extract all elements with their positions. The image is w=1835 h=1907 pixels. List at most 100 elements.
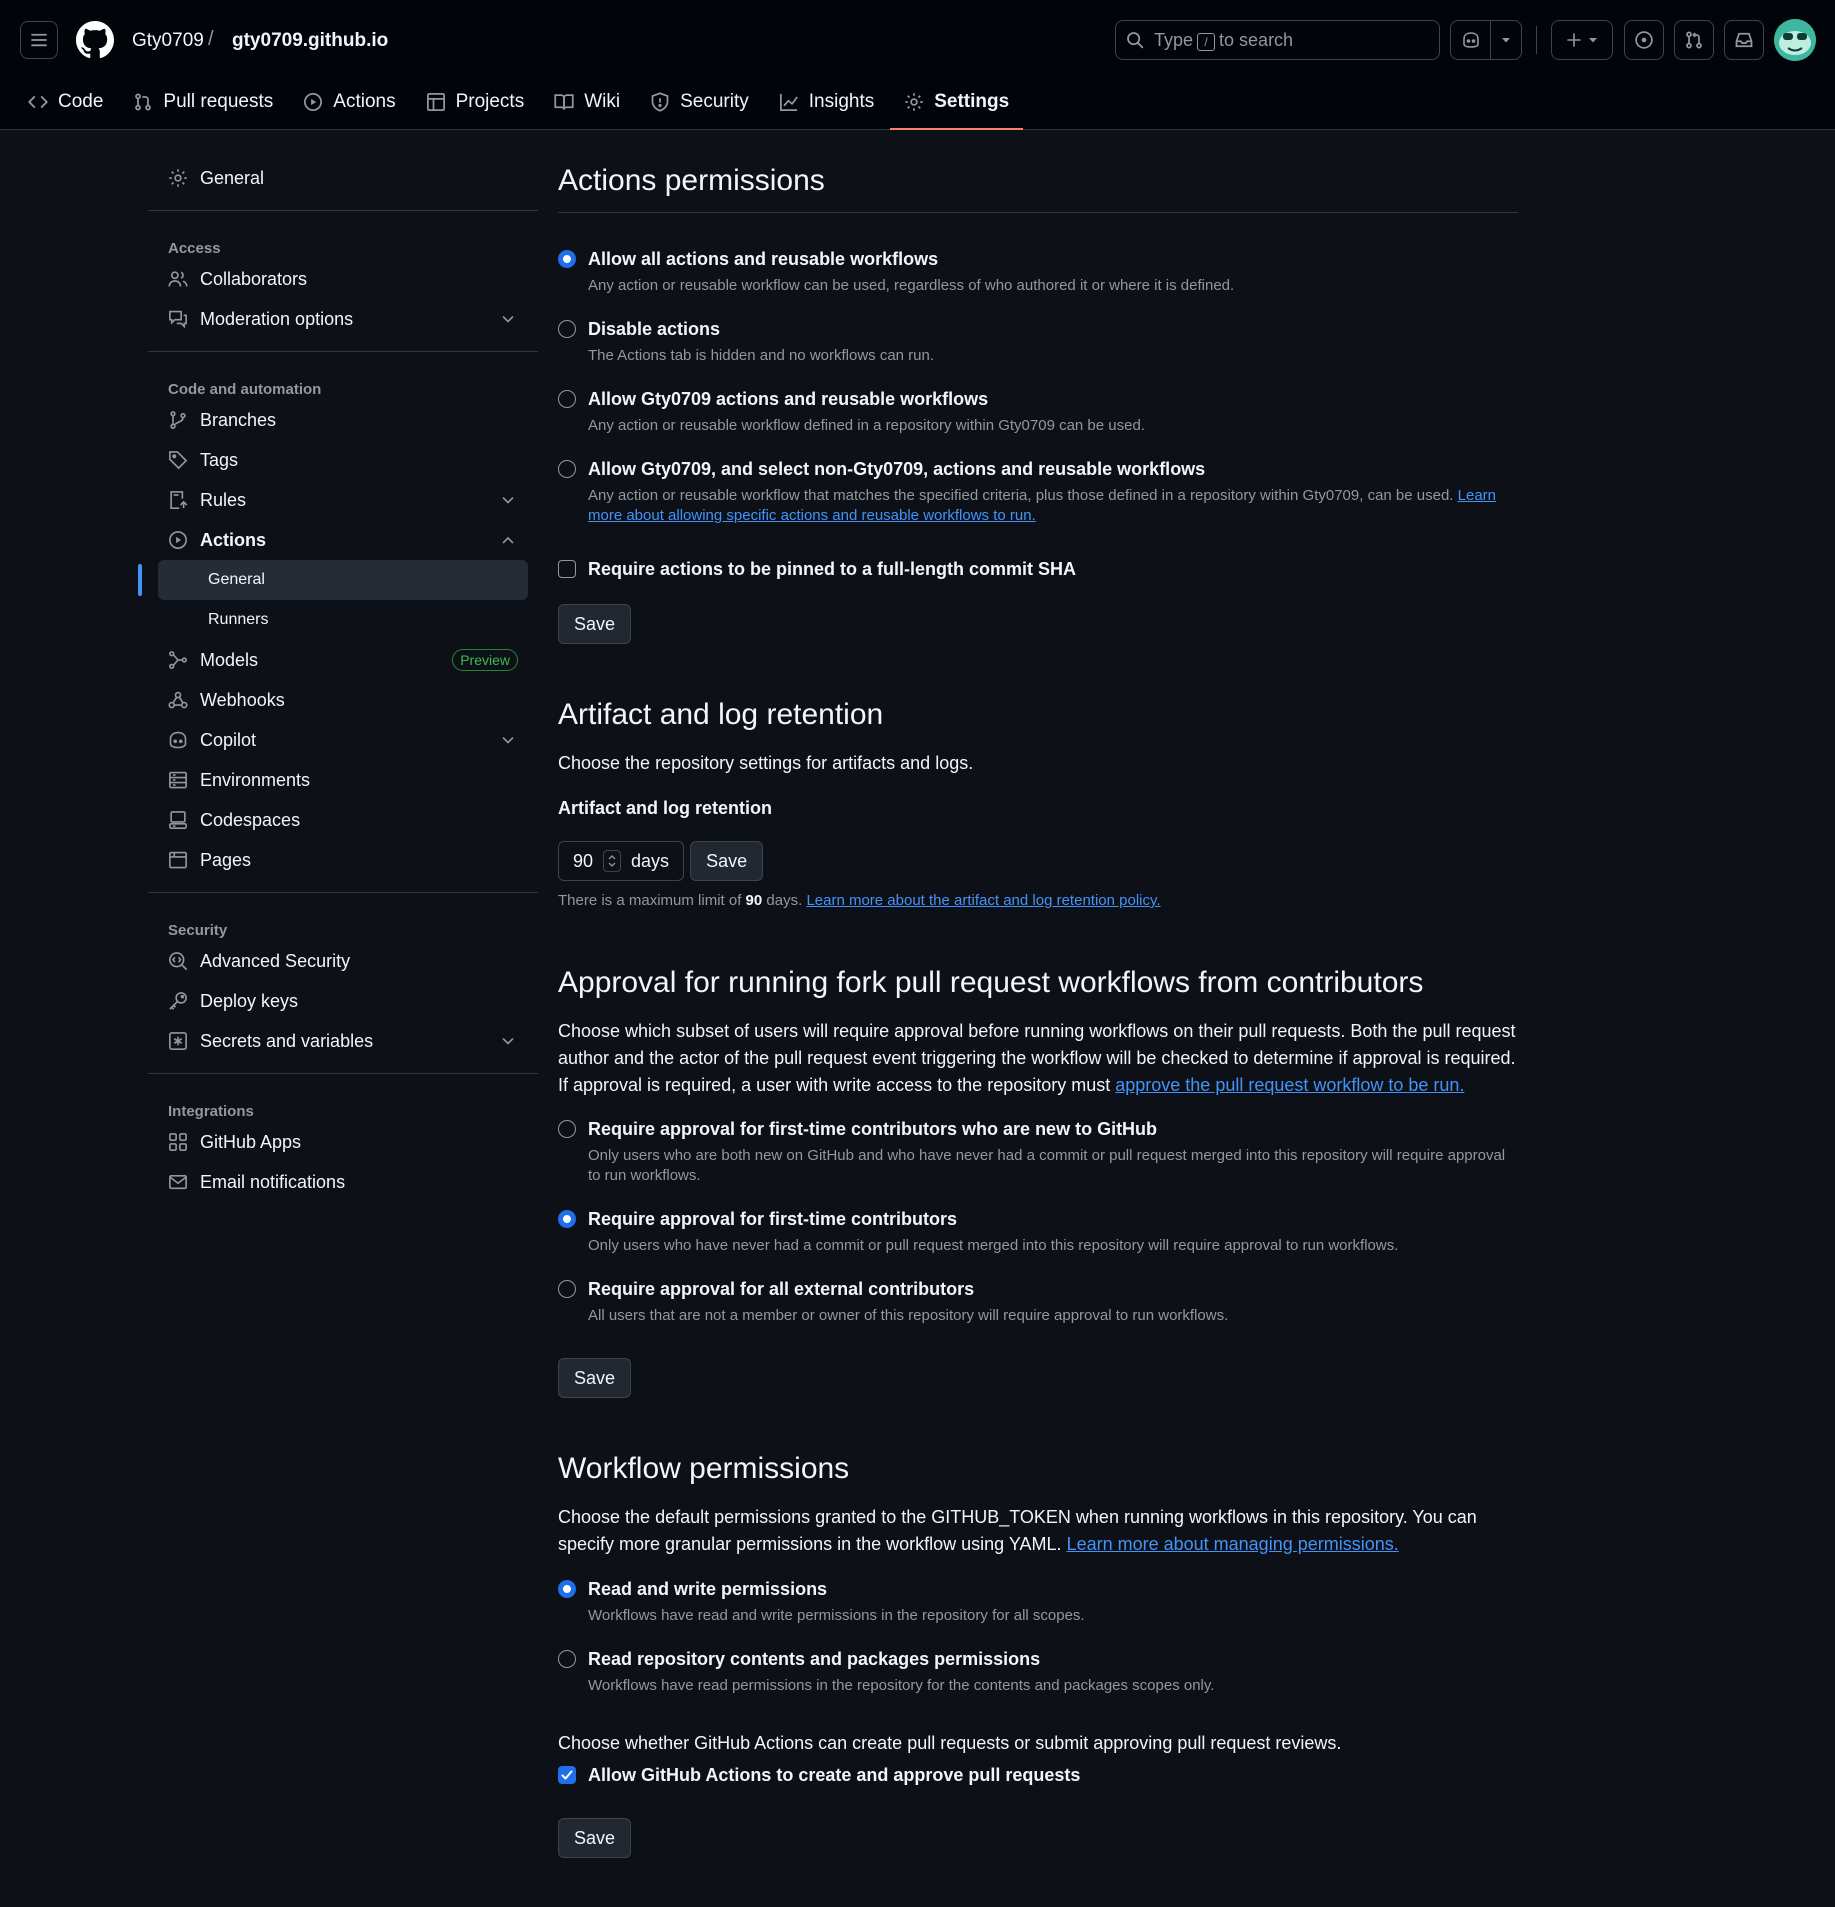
radio-approval-all-external[interactable] — [558, 1280, 576, 1298]
radio-approval-new-to-github[interactable] — [558, 1120, 576, 1138]
sidebar-item-secrets[interactable]: Secrets and variables — [148, 1021, 538, 1061]
inbox-button[interactable] — [1724, 20, 1764, 60]
chevron-up-icon — [502, 536, 514, 544]
preview-badge: Preview — [452, 649, 518, 671]
option-approval-all-external[interactable]: Require approval for all external contri… — [558, 1278, 1518, 1326]
retention-days-input[interactable]: 90 days — [558, 841, 685, 881]
breadcrumb-repo-link[interactable]: gty0709.github.io — [232, 30, 388, 52]
create-new-button[interactable] — [1551, 20, 1613, 60]
code-icon — [28, 96, 48, 108]
search-shortcut-key: / — [1197, 32, 1216, 51]
pr-creation-description: Choose whether GitHub Actions can create… — [558, 1733, 1342, 1753]
sidebar-item-general[interactable]: General — [148, 158, 538, 198]
sidebar-group-security: Security — [168, 922, 228, 939]
option-approval-first-time[interactable]: Require approval for first-time contribu… — [558, 1208, 1518, 1256]
radio-read-only[interactable] — [558, 1650, 576, 1668]
managing-permissions-link[interactable]: Learn more about managing permissions. — [1067, 1534, 1399, 1554]
breadcrumb-owner-link[interactable]: Gty0709 — [132, 30, 204, 52]
radio-allow-owner[interactable] — [558, 390, 576, 408]
retention-note: There is a maximum limit of 90 days. Lea… — [558, 892, 1161, 909]
sidebar-item-webhooks[interactable]: Webhooks — [148, 680, 538, 720]
app-header: Gty0709 / gty0709.github.io Type / to sear… — [0, 0, 1835, 130]
tab-projects[interactable]: Projects — [426, 82, 539, 122]
sidebar-item-codespaces[interactable]: Codespaces — [148, 800, 538, 840]
ai-model-icon — [169, 651, 187, 669]
tab-security[interactable]: Security — [650, 82, 763, 122]
chevron-down-icon — [502, 1038, 514, 1045]
tab-actions[interactable]: Actions — [303, 82, 409, 122]
sidebar-item-moderation[interactable]: Moderation options — [148, 299, 538, 339]
pull-requests-button[interactable] — [1674, 20, 1714, 60]
tab-code[interactable]: Code — [28, 82, 117, 122]
checkbox-pin-sha[interactable] — [558, 560, 576, 578]
save-retention-button[interactable]: Save — [690, 841, 764, 881]
plus-icon — [1567, 33, 1581, 47]
option-read-write[interactable]: Read and write permissions Workflows hav… — [558, 1578, 1518, 1626]
option-approval-new-to-github[interactable]: Require approval for first-time contribu… — [558, 1118, 1518, 1186]
github-logo-icon[interactable] — [76, 21, 114, 59]
search-input[interactable]: Type / to search — [1115, 20, 1440, 60]
chevron-down-icon — [502, 316, 514, 323]
sidebar-item-copilot[interactable]: Copilot — [148, 720, 538, 760]
sidebar-item-actions[interactable]: Actions — [148, 520, 538, 560]
retention-policy-link[interactable]: Learn more about the artifact and log re… — [806, 892, 1160, 909]
option-allow-owner[interactable]: Allow Gty0709 actions and reusable workf… — [558, 388, 1518, 436]
sidebar-group-access: Access — [168, 240, 221, 257]
sidebar-item-pages[interactable]: Pages — [148, 840, 538, 880]
radio-disable-actions[interactable] — [558, 320, 576, 338]
approve-workflow-link[interactable]: approve the pull request workflow to be … — [1115, 1075, 1464, 1095]
option-read-only[interactable]: Read repository contents and packages pe… — [558, 1648, 1518, 1696]
tab-pull-requests[interactable]: Pull requests — [133, 82, 287, 122]
checkbox-allow-create-prs[interactable] — [558, 1766, 576, 1784]
option-pin-sha[interactable]: Require actions to be pinned to a full-l… — [558, 558, 1518, 580]
actions-permissions-section: Actions permissions — [558, 164, 1518, 213]
retention-label: Artifact and log retention — [558, 798, 773, 818]
graph-icon — [779, 93, 798, 111]
sidebar-item-collaborators[interactable]: Collaborators — [148, 259, 538, 299]
radio-allow-select[interactable] — [558, 460, 576, 478]
sidebar-item-tags[interactable]: Tags — [148, 440, 538, 480]
sidebar-item-environments[interactable]: Environments — [148, 760, 538, 800]
sidebar-divider — [148, 351, 538, 352]
issue-opened-icon — [1635, 31, 1653, 49]
sidebar-item-branches[interactable]: Branches — [148, 400, 538, 440]
radio-allow-all[interactable] — [558, 250, 576, 268]
number-stepper-icon[interactable] — [603, 850, 622, 872]
issues-button[interactable] — [1624, 20, 1664, 60]
tab-wiki[interactable]: Wiki — [554, 82, 634, 122]
retention-description: Choose the repository settings for artif… — [558, 753, 974, 773]
radio-approval-first-time[interactable] — [558, 1210, 576, 1228]
book-icon — [554, 94, 574, 110]
option-allow-all[interactable]: Allow all actions and reusable workflows… — [558, 248, 1518, 296]
webhook-icon — [168, 691, 188, 709]
menu-button[interactable] — [20, 21, 58, 59]
option-disable-actions[interactable]: Disable actions The Actions tab is hidde… — [558, 318, 1518, 366]
tab-insights[interactable]: Insights — [779, 82, 888, 122]
radio-read-write[interactable] — [558, 1580, 576, 1598]
sidebar-item-rules[interactable]: Rules — [148, 480, 538, 520]
save-approval-button[interactable]: Save — [558, 1358, 632, 1398]
sidebar-item-actions-general[interactable]: General — [138, 560, 528, 600]
sidebar-item-actions-runners[interactable]: Runners — [158, 600, 528, 640]
settings-sidebar: General Access Collaborators Moderation … — [138, 158, 538, 1202]
save-workflow-permissions-button[interactable]: Save — [558, 1818, 632, 1858]
sidebar-group-code-automation: Code and automation — [168, 381, 322, 398]
sidebar-item-deploy-keys[interactable]: Deploy keys — [148, 981, 538, 1021]
play-icon — [169, 531, 187, 549]
save-actions-permissions-button[interactable]: Save — [558, 604, 632, 644]
option-allow-select[interactable]: Allow Gty0709, and select non-Gty0709, a… — [558, 458, 1518, 526]
copilot-button[interactable] — [1450, 20, 1522, 60]
approval-description: Choose which subset of users will requir… — [558, 1021, 1516, 1095]
user-avatar[interactable] — [1774, 19, 1816, 61]
sidebar-item-github-apps[interactable]: GitHub Apps — [148, 1122, 538, 1162]
sidebar-divider — [148, 892, 538, 893]
sidebar-item-models[interactable]: Models Preview — [148, 640, 538, 680]
sidebar-item-email-notifications[interactable]: Email notifications — [148, 1162, 538, 1202]
gear-icon — [169, 169, 187, 187]
apps-icon — [169, 1133, 187, 1151]
sidebar-item-advanced-security[interactable]: Advanced Security — [148, 941, 538, 981]
tab-settings[interactable]: Settings — [890, 82, 1024, 130]
table-icon — [426, 93, 445, 111]
option-allow-create-prs[interactable]: Allow GitHub Actions to create and appro… — [558, 1764, 1518, 1786]
breadcrumb-separator: / — [208, 28, 214, 50]
